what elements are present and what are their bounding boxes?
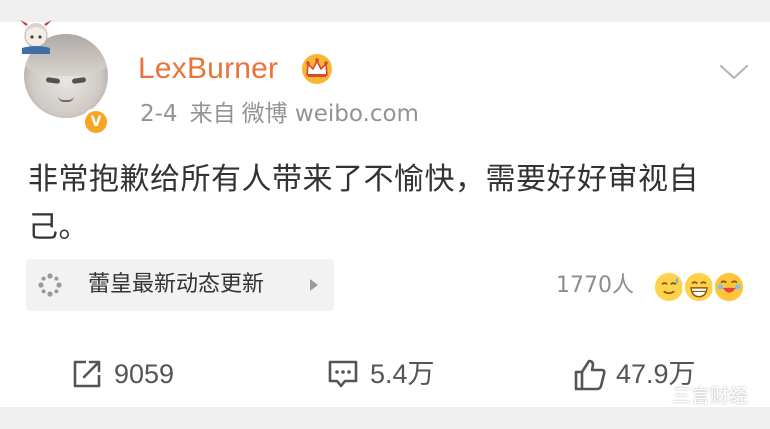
chevron-down-icon[interactable]	[718, 60, 750, 84]
repost-icon	[73, 360, 101, 388]
top-separator	[0, 0, 770, 22]
sparkle-icon	[38, 273, 62, 297]
thumbs-up-icon	[574, 359, 606, 391]
grin-emoji-icon	[682, 270, 716, 304]
post-body-text: 非常抱歉给所有人带来了不愉快，需要好好审视自己。	[28, 162, 699, 245]
caret-right-icon	[310, 279, 318, 291]
author-name[interactable]: LexBurner	[138, 50, 278, 88]
repost-count: 9059	[114, 359, 175, 389]
wechat-icon	[644, 387, 666, 405]
post-source-prefix: 来自	[189, 101, 236, 127]
avatar-chibi-decoration	[20, 20, 52, 54]
topic-link[interactable]: 蕾皇最新动态更新	[26, 259, 334, 311]
bottom-separator	[0, 407, 770, 429]
reactions-count[interactable]: 1770人	[556, 270, 634, 302]
author-avatar[interactable]	[20, 20, 108, 118]
repost-button[interactable]: 9059	[70, 354, 220, 396]
comment-icon	[328, 360, 358, 388]
comment-button[interactable]: 5.4万	[326, 354, 476, 396]
topic-label: 蕾皇最新动态更新	[88, 272, 265, 297]
laugh-cry-emoji-icon	[712, 270, 746, 304]
watermark: 三言财经	[644, 384, 748, 408]
post-date: 2-4	[140, 101, 178, 127]
verified-badge: V	[82, 108, 110, 136]
watermark-text: 三言财经	[672, 385, 749, 407]
post-meta: 2-4 来自 微博 weibo.com	[140, 98, 431, 130]
crown-icon[interactable]	[300, 53, 334, 85]
reaction-emojis[interactable]	[652, 270, 748, 306]
comment-count: 5.4万	[370, 359, 435, 389]
sweat-smile-emoji-icon	[652, 270, 686, 304]
post-source: 微博 weibo.com	[241, 101, 419, 127]
